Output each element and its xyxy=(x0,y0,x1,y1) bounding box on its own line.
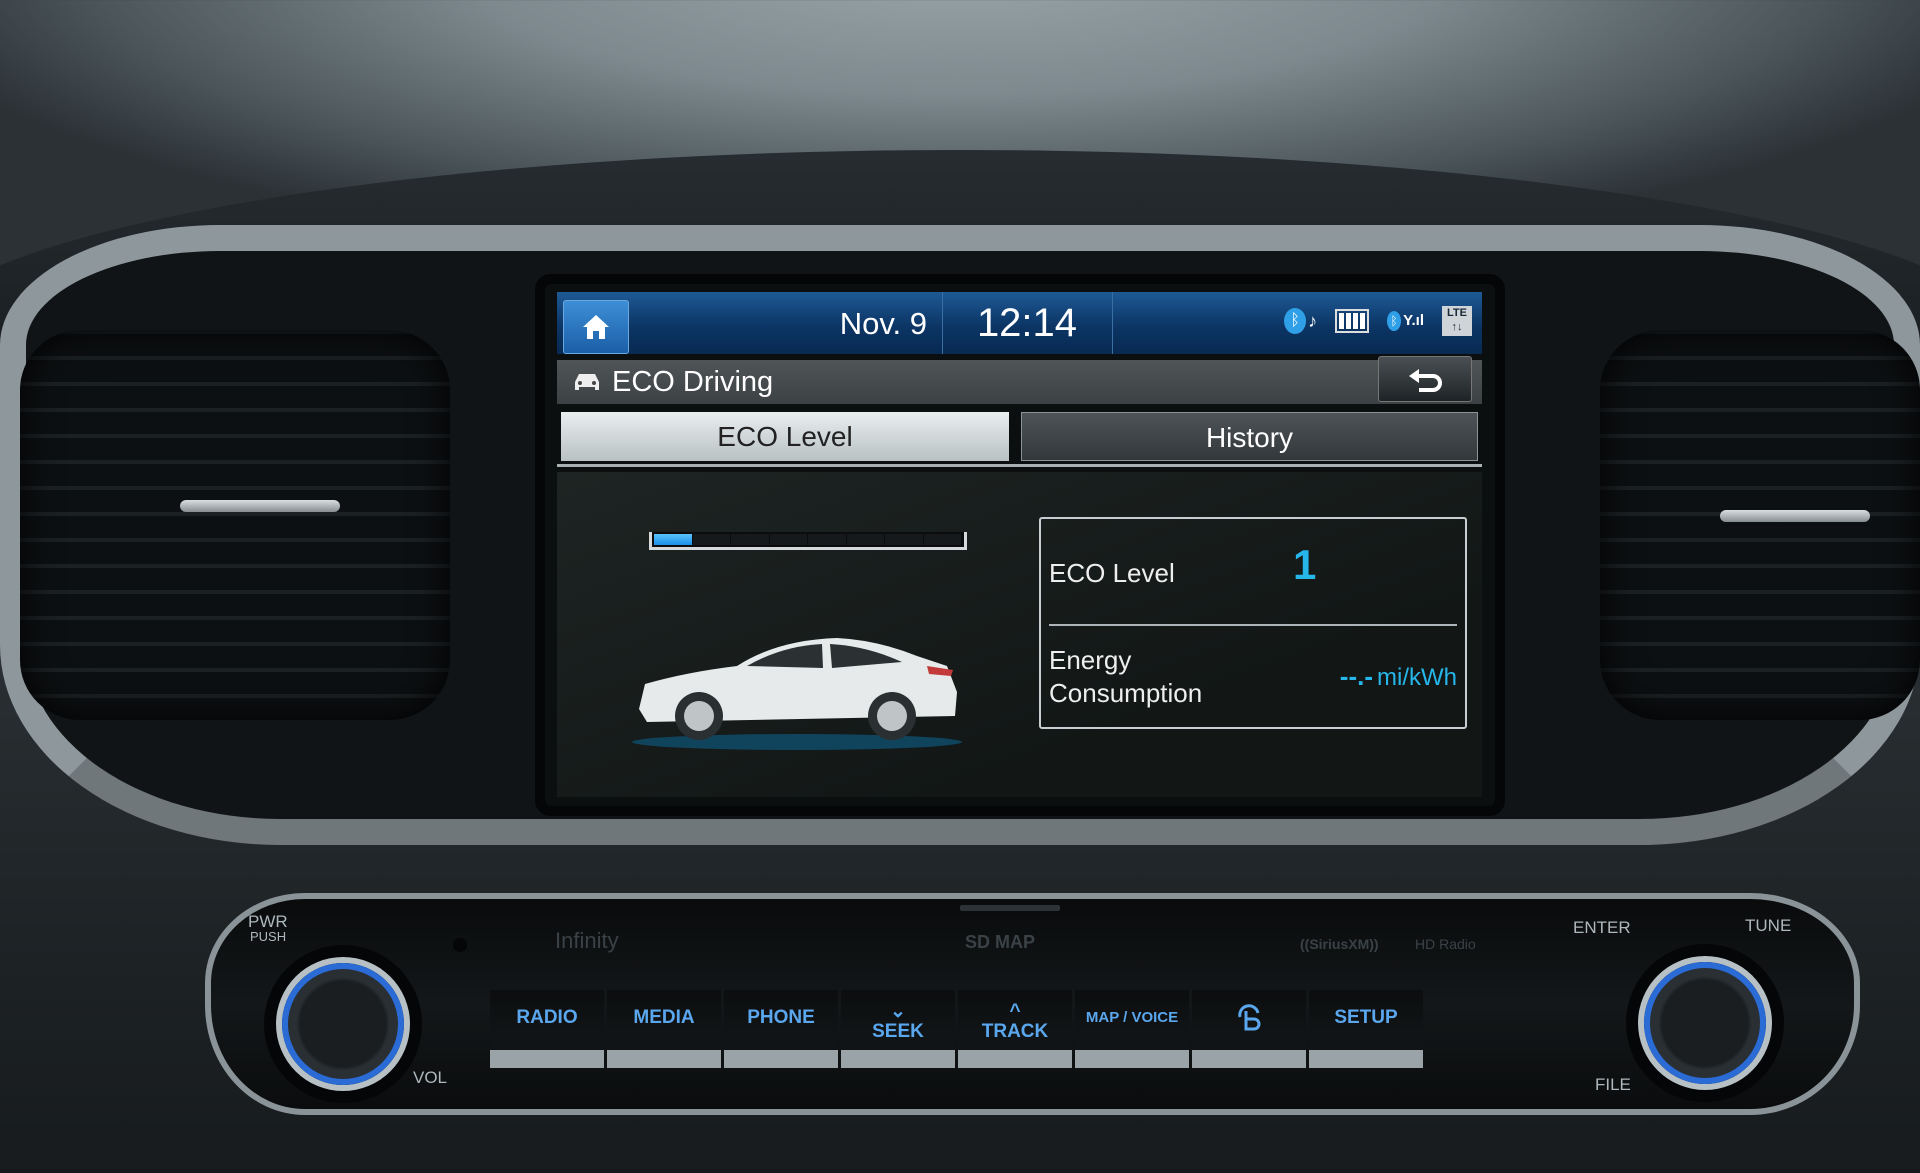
sd-card-slot[interactable] xyxy=(960,905,1060,911)
eco-level-gauge xyxy=(649,532,967,550)
bluetooth-audio-icon: ᛒ ♪ xyxy=(1284,306,1317,336)
radio-button[interactable]: RADIO xyxy=(490,990,604,1068)
track-label: TRACK xyxy=(981,1021,1049,1042)
hd-radio-logo: HD Radio xyxy=(1415,936,1476,952)
vol-label: VOL xyxy=(413,1068,448,1087)
page-title: ECO Driving xyxy=(612,366,774,398)
volume-knob[interactable] xyxy=(282,963,404,1085)
signal-bars-glyph: Y.ıl xyxy=(1403,312,1424,329)
tune-knob[interactable] xyxy=(1644,962,1766,1084)
infotainment-screen: Nov. 9 12:14 ᛒ ♪ ᛒ Y.ıl LTE ↑↓ ECO Drivi… xyxy=(545,284,1495,806)
eco-gauge-segment xyxy=(692,534,730,545)
tune-label: TUNE xyxy=(1745,916,1792,935)
bluetooth-glyph: ᛒ xyxy=(1284,308,1307,334)
map-voice-button[interactable]: MAP / VOICE xyxy=(1075,990,1189,1068)
media-button[interactable]: MEDIA xyxy=(607,990,721,1068)
phone-button[interactable]: PHONE xyxy=(724,990,838,1068)
energy-unit: mi/kWh xyxy=(1377,664,1457,691)
track-button[interactable]: ^ TRACK xyxy=(958,990,1072,1068)
back-button[interactable] xyxy=(1378,356,1472,402)
vent-slider-right[interactable] xyxy=(1720,510,1870,522)
setup-button[interactable]: SETUP xyxy=(1309,990,1423,1068)
tab-bar: ECO Level History xyxy=(557,412,1482,467)
status-bar: Nov. 9 12:14 ᛒ ♪ ᛒ Y.ıl LTE ↑↓ xyxy=(557,292,1482,354)
home-button[interactable] xyxy=(563,300,629,354)
title-bar: ECO Driving xyxy=(557,356,1482,404)
infinity-logo: Infinity xyxy=(555,928,619,953)
vehicle-illustration xyxy=(632,638,962,750)
seek-button[interactable]: ⌄ SEEK xyxy=(841,990,955,1068)
sd-map-logo: SD MAP xyxy=(965,932,1036,952)
lte-label: LTE xyxy=(1447,307,1467,319)
tab-history[interactable]: History xyxy=(1021,412,1478,461)
car-eco-icon xyxy=(575,374,599,390)
eco-level-label: ECO Level xyxy=(1049,558,1175,588)
air-vent-right xyxy=(1600,330,1920,720)
clock: 12:14 xyxy=(976,301,1078,345)
home-icon xyxy=(583,315,609,339)
eco-level-value: 1 xyxy=(1293,541,1317,588)
tab-eco-level[interactable]: ECO Level xyxy=(561,412,1009,461)
eco-gauge-segment xyxy=(846,534,884,545)
energy-label-line1: Energy xyxy=(1049,645,1132,675)
eco-gauge-segment xyxy=(923,534,961,545)
lte-arrows: ↑↓ xyxy=(1451,321,1463,333)
eco-gauge-segment xyxy=(808,534,846,545)
hardware-button-row: RADIO MEDIA PHONE ⌄ SEEK ^ TRACK MAP / V… xyxy=(490,990,1426,1068)
status-icons: ᛒ ♪ ᛒ Y.ıl LTE ↑↓ xyxy=(1284,306,1472,336)
vent-slider-left[interactable] xyxy=(180,500,340,512)
eco-gauge-segment xyxy=(654,534,692,545)
eco-gauge-segment xyxy=(731,534,769,545)
bluetooth-glyph: ᛒ xyxy=(1387,311,1402,331)
bluelink-button[interactable] xyxy=(1192,990,1306,1068)
siriusxm-logo: ((SiriusXM)) xyxy=(1300,936,1379,952)
seek-label: SEEK xyxy=(872,1021,924,1042)
enter-label: ENTER xyxy=(1573,918,1631,937)
air-vent-left xyxy=(20,330,450,720)
back-arrow-icon xyxy=(1409,369,1442,392)
eco-gauge-segment xyxy=(885,534,923,545)
divider xyxy=(942,292,943,354)
eco-level-panel: ECO Level 1 Energy Consumption --.- mi/k… xyxy=(557,472,1482,797)
chevron-down-icon: ⌄ xyxy=(890,1001,906,1022)
divider xyxy=(1049,624,1457,626)
date-display: Nov. 9 xyxy=(839,306,927,341)
lte-data-icon: LTE ↑↓ xyxy=(1442,306,1472,336)
eco-gauge-segment xyxy=(769,534,807,545)
energy-consumption-readout: --.- mi/kWh xyxy=(1340,661,1457,692)
bluelink-icon xyxy=(1238,1004,1261,1031)
energy-label-line2: Consumption xyxy=(1049,678,1203,708)
push-label: PUSH xyxy=(250,929,287,944)
chevron-up-icon: ^ xyxy=(1009,1001,1021,1022)
file-label: FILE xyxy=(1595,1075,1631,1094)
eco-info-box: ECO Level 1 Energy Consumption --.- mi/k… xyxy=(1039,517,1467,729)
pwr-label: PWR xyxy=(248,912,288,931)
mic-hole xyxy=(453,938,467,952)
music-note-glyph: ♪ xyxy=(1308,311,1318,331)
battery-icon xyxy=(1335,309,1370,333)
energy-value: --.- xyxy=(1339,661,1373,691)
bluetooth-signal-icon: ᛒ Y.ıl xyxy=(1387,306,1424,336)
divider xyxy=(1112,292,1113,354)
